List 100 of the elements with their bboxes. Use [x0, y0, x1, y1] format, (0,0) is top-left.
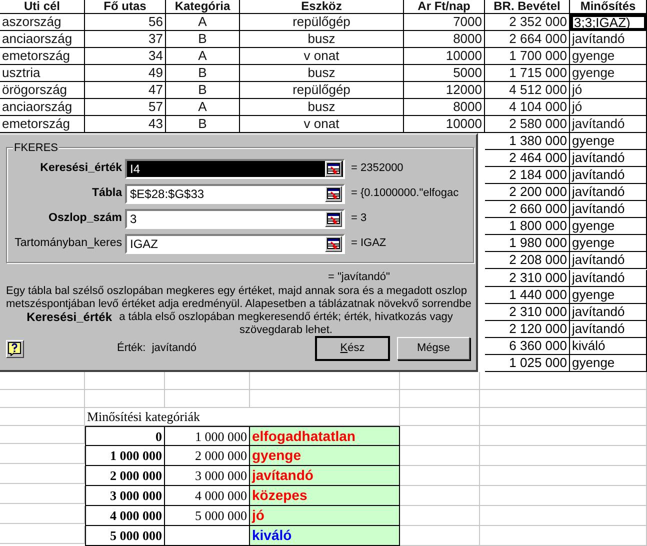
- table-cell: 2 664 000: [485, 31, 570, 48]
- table-cell: 37: [85, 31, 166, 48]
- table-cell: repülőgép: [240, 82, 404, 99]
- table-cell: 1 700 000: [485, 48, 570, 65]
- table-cell: 0: [85, 426, 165, 446]
- argument-field[interactable]: IGAZ: [125, 234, 345, 254]
- table-cell: gyenge: [570, 286, 647, 304]
- argument-field[interactable]: I4: [125, 158, 345, 178]
- range-select-button[interactable]: [325, 236, 342, 252]
- table-cell: 1 000 000: [165, 426, 250, 446]
- range-select-icon: [327, 188, 340, 199]
- argument-result: = {0.1000000."elfogac: [350, 186, 459, 202]
- table-cell: javítandó: [570, 320, 647, 338]
- table-cell: A: [166, 48, 240, 65]
- table-cell: 1 380 000: [485, 133, 570, 150]
- table-cell: A: [166, 14, 240, 31]
- help-button[interactable]: [6, 340, 24, 358]
- table-cell: 2 660 000: [485, 201, 570, 218]
- table-cell: javítandó: [570, 304, 647, 321]
- column-header: Kategória: [166, 0, 240, 14]
- table-cell: 2 464 000: [485, 150, 570, 168]
- range-select-icon: [327, 213, 340, 224]
- table-cell: 1 800 000: [485, 218, 570, 236]
- range-select-icon: [327, 238, 340, 249]
- category-cell: kiváló: [250, 526, 400, 546]
- help-icon: [8, 342, 22, 356]
- table-cell: 57: [85, 99, 166, 116]
- cancel-button[interactable]: Mégse: [397, 337, 470, 360]
- table-cell: 7000: [404, 14, 485, 31]
- table-cell: 4 104 000: [485, 99, 570, 116]
- range-select-button[interactable]: [325, 186, 342, 202]
- category-cell: gyenge: [250, 446, 400, 466]
- table-cell: 1 980 000: [485, 235, 570, 252]
- table-cell: gyenge: [570, 48, 647, 65]
- argument-result: = 3: [350, 211, 367, 226]
- table-cell: kiváló: [570, 338, 647, 355]
- argument-result: = IGAZ: [350, 236, 386, 252]
- table-cell: javítandó: [570, 31, 647, 48]
- argument-field[interactable]: 3: [125, 208, 345, 228]
- table-cell: v onat: [240, 48, 404, 65]
- range-select-button[interactable]: [325, 210, 342, 226]
- table-cell: 4 000 000: [85, 506, 165, 526]
- range-select-button[interactable]: [325, 160, 342, 176]
- table-cell: 1 715 000: [485, 65, 570, 82]
- column-header: Uti cél: [0, 0, 85, 14]
- table-cell: 5000: [404, 65, 485, 82]
- table-cell: 2 120 000: [485, 320, 570, 338]
- table-cell: 2 580 000: [485, 116, 570, 133]
- category-cell: elfogadhatatlan: [250, 426, 400, 446]
- table-cell: 47: [85, 82, 166, 99]
- table-cell: usztria: [0, 65, 85, 82]
- table-cell: jó: [570, 99, 647, 116]
- table-cell: javítandó: [570, 252, 647, 270]
- table-cell: 3 000 000: [85, 486, 165, 506]
- table-cell: 8000: [404, 99, 485, 116]
- table-cell: B: [166, 82, 240, 99]
- table-cell: 3;3;IGAZ): [570, 14, 647, 31]
- table-cell: 2 200 000: [485, 184, 570, 202]
- table-cell: gyenge: [570, 354, 647, 372]
- table-cell: B: [166, 65, 240, 82]
- argument-label: Keresési_érték: [39, 160, 123, 176]
- column-header: BR. Bevétel: [485, 0, 570, 14]
- category-cell: javítandó: [250, 466, 400, 486]
- column-header: Fő utas: [85, 0, 166, 14]
- category-cell: közepes: [250, 486, 400, 506]
- table-cell: jó: [570, 82, 647, 99]
- table-cell: 2 000 000: [85, 466, 165, 486]
- argument-field[interactable]: $E$28:$G$33: [125, 184, 345, 204]
- table-cell: javítandó: [570, 167, 647, 184]
- argument-result: = 2352000: [350, 161, 404, 176]
- table-cell: 12000: [404, 82, 485, 99]
- column-header: Eszköz: [240, 0, 404, 14]
- formula-value: Érték: javítandó: [117, 340, 198, 356]
- column-header: Ar Ft/nap: [404, 0, 485, 14]
- table-cell: busz: [240, 99, 404, 116]
- table-cell: 1 440 000: [485, 286, 570, 304]
- table-cell: gyenge: [570, 65, 647, 82]
- argument-label: Tartományban_keres: [14, 236, 123, 251]
- category-cell: jó: [250, 506, 400, 526]
- table-cell: aszország: [0, 14, 85, 31]
- table-cell: 49: [85, 65, 166, 82]
- range-select-icon: [327, 163, 340, 174]
- table-title: Minősítési kategóriák: [87, 409, 200, 424]
- table-cell: 1 025 000: [485, 354, 570, 372]
- table-cell: örögország: [0, 82, 85, 99]
- table-cell: repülőgép: [240, 14, 404, 31]
- table-cell: gyenge: [570, 218, 647, 236]
- table-cell: 5 000 000: [85, 526, 165, 546]
- formula-result: = "javítandó": [328, 271, 390, 283]
- table-cell: gyenge: [570, 133, 647, 150]
- table-cell: 2 184 000: [485, 167, 570, 184]
- table-cell: 10000: [404, 48, 485, 65]
- table-cell: emetország: [0, 48, 85, 65]
- argument-help-text: a tábla első oszlopában megkeresendő érték; érték, hivatkozás vagy szövegdarab lehet.: [118, 311, 454, 337]
- table-cell: javítandó: [570, 270, 647, 287]
- table-cell: anciaország: [0, 99, 85, 116]
- ok-button[interactable]: Kész: [316, 337, 389, 360]
- table-cell: B: [166, 31, 240, 48]
- table-cell: gyenge: [570, 235, 647, 252]
- table-cell: javítandó: [570, 116, 647, 133]
